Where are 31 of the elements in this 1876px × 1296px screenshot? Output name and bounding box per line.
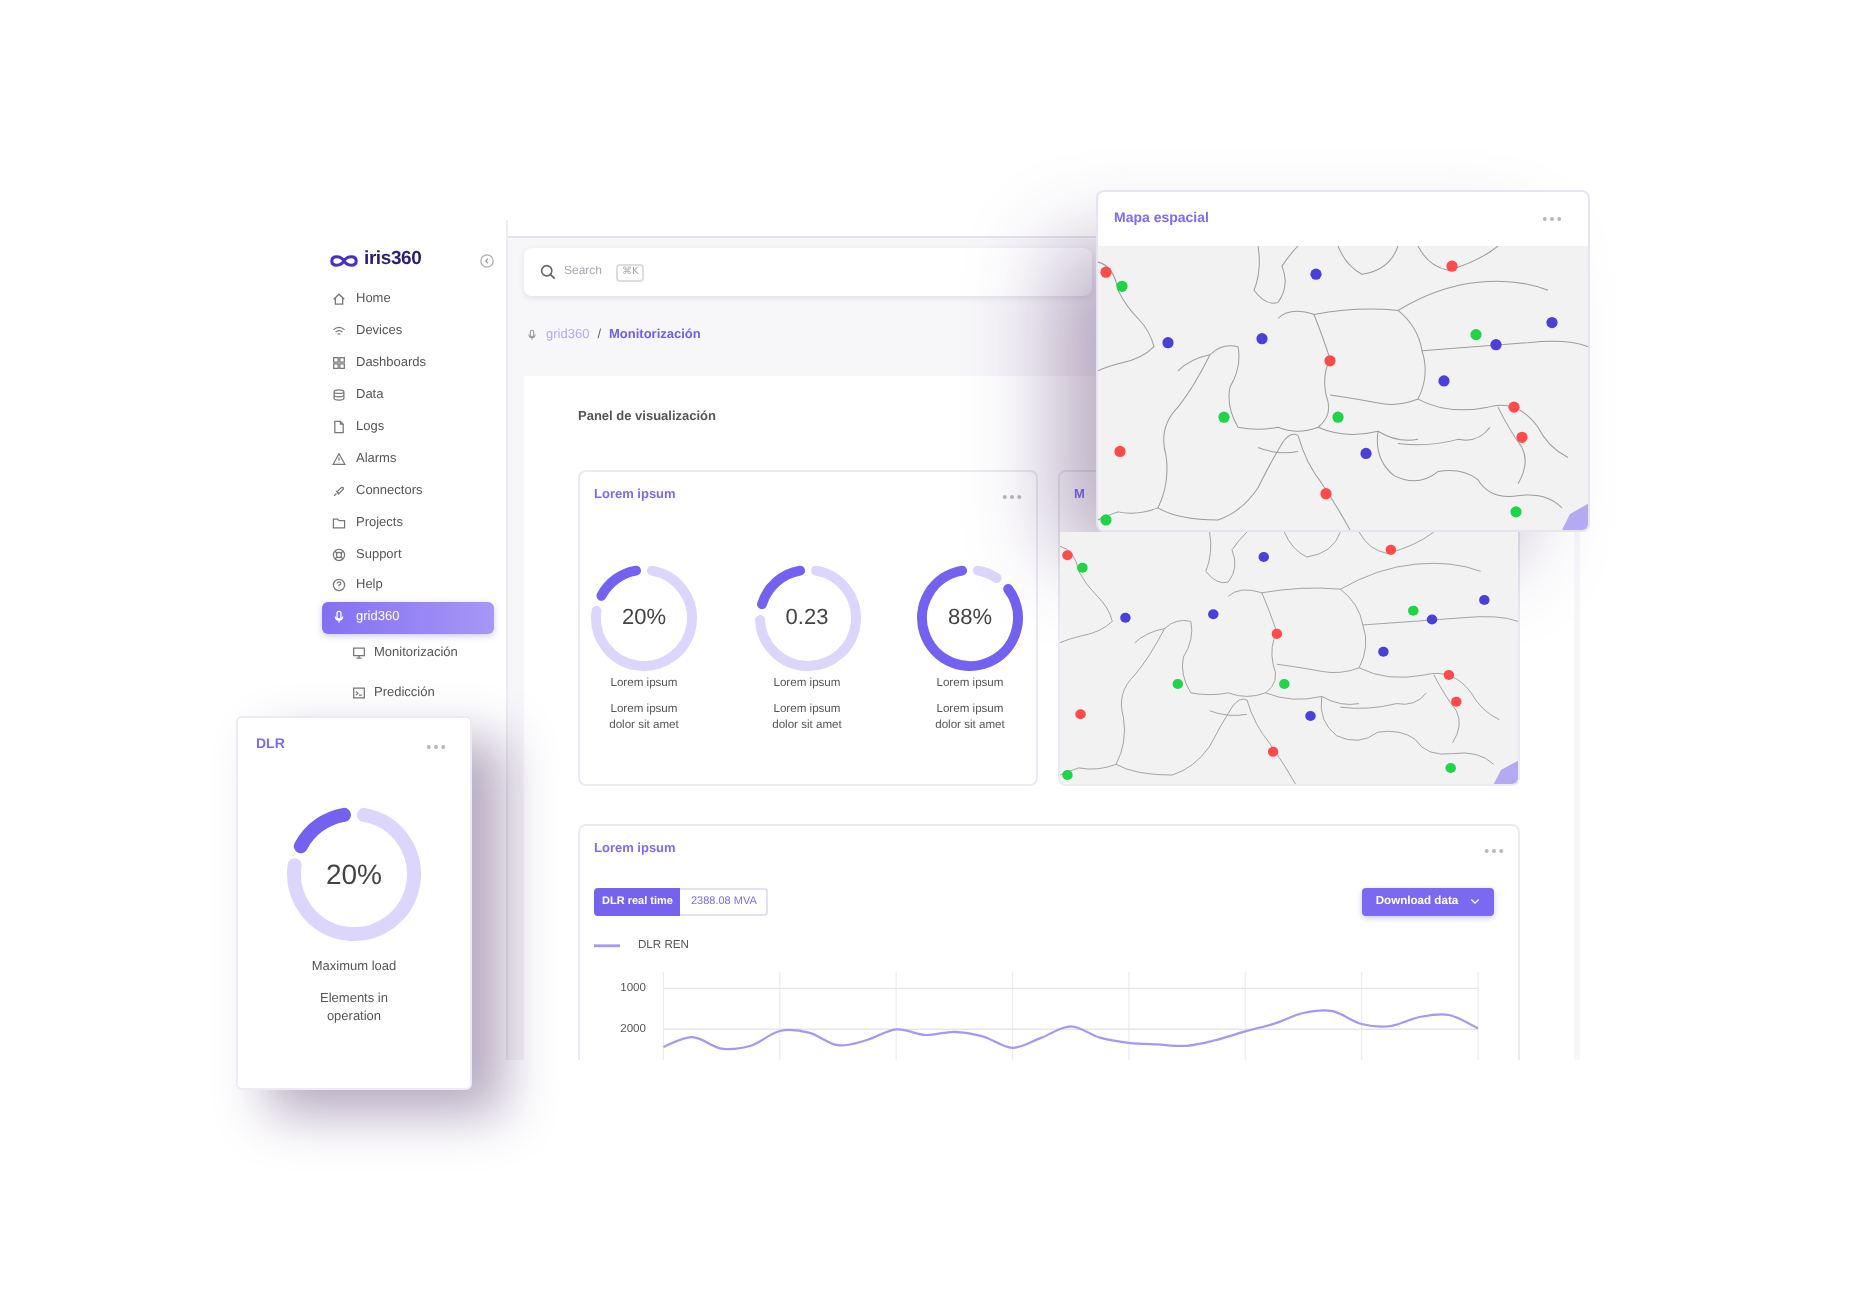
circle-chevron-icon[interactable]: [480, 253, 494, 267]
gauge-value: 88%: [945, 604, 995, 632]
more-icon[interactable]: [1542, 216, 1562, 222]
infinity-icon: [330, 253, 358, 267]
gauge-track: [591, 565, 697, 671]
database-icon: [332, 388, 346, 403]
more-icon[interactable]: [426, 743, 446, 749]
search-icon: [540, 264, 556, 280]
monitor-icon: [352, 646, 366, 661]
home-icon: [332, 292, 346, 307]
grid-icon: [332, 356, 346, 371]
lifebuoy-icon: [332, 547, 346, 562]
gauge-value: 0.23: [783, 604, 831, 632]
question-icon: [332, 578, 346, 593]
plug-icon: [332, 483, 346, 498]
gauge-track: [754, 565, 860, 671]
logo-text: iris360: [364, 248, 422, 272]
microphone-icon: [332, 610, 346, 625]
caret-icon: [1470, 898, 1481, 906]
more-icon[interactable]: [1002, 493, 1022, 499]
more-icon[interactable]: [1484, 847, 1504, 853]
terminal-icon: [352, 686, 366, 701]
gauge-value: 20%: [323, 856, 385, 892]
wifi-icon: [332, 324, 346, 339]
microphone-icon: [526, 327, 538, 341]
gauge-track: [287, 807, 421, 941]
document-icon: [332, 420, 346, 434]
gauge-value: 20%: [619, 604, 669, 632]
folder-icon: [332, 515, 346, 530]
gauge-track: [972, 565, 1002, 584]
warning-icon: [332, 451, 346, 466]
